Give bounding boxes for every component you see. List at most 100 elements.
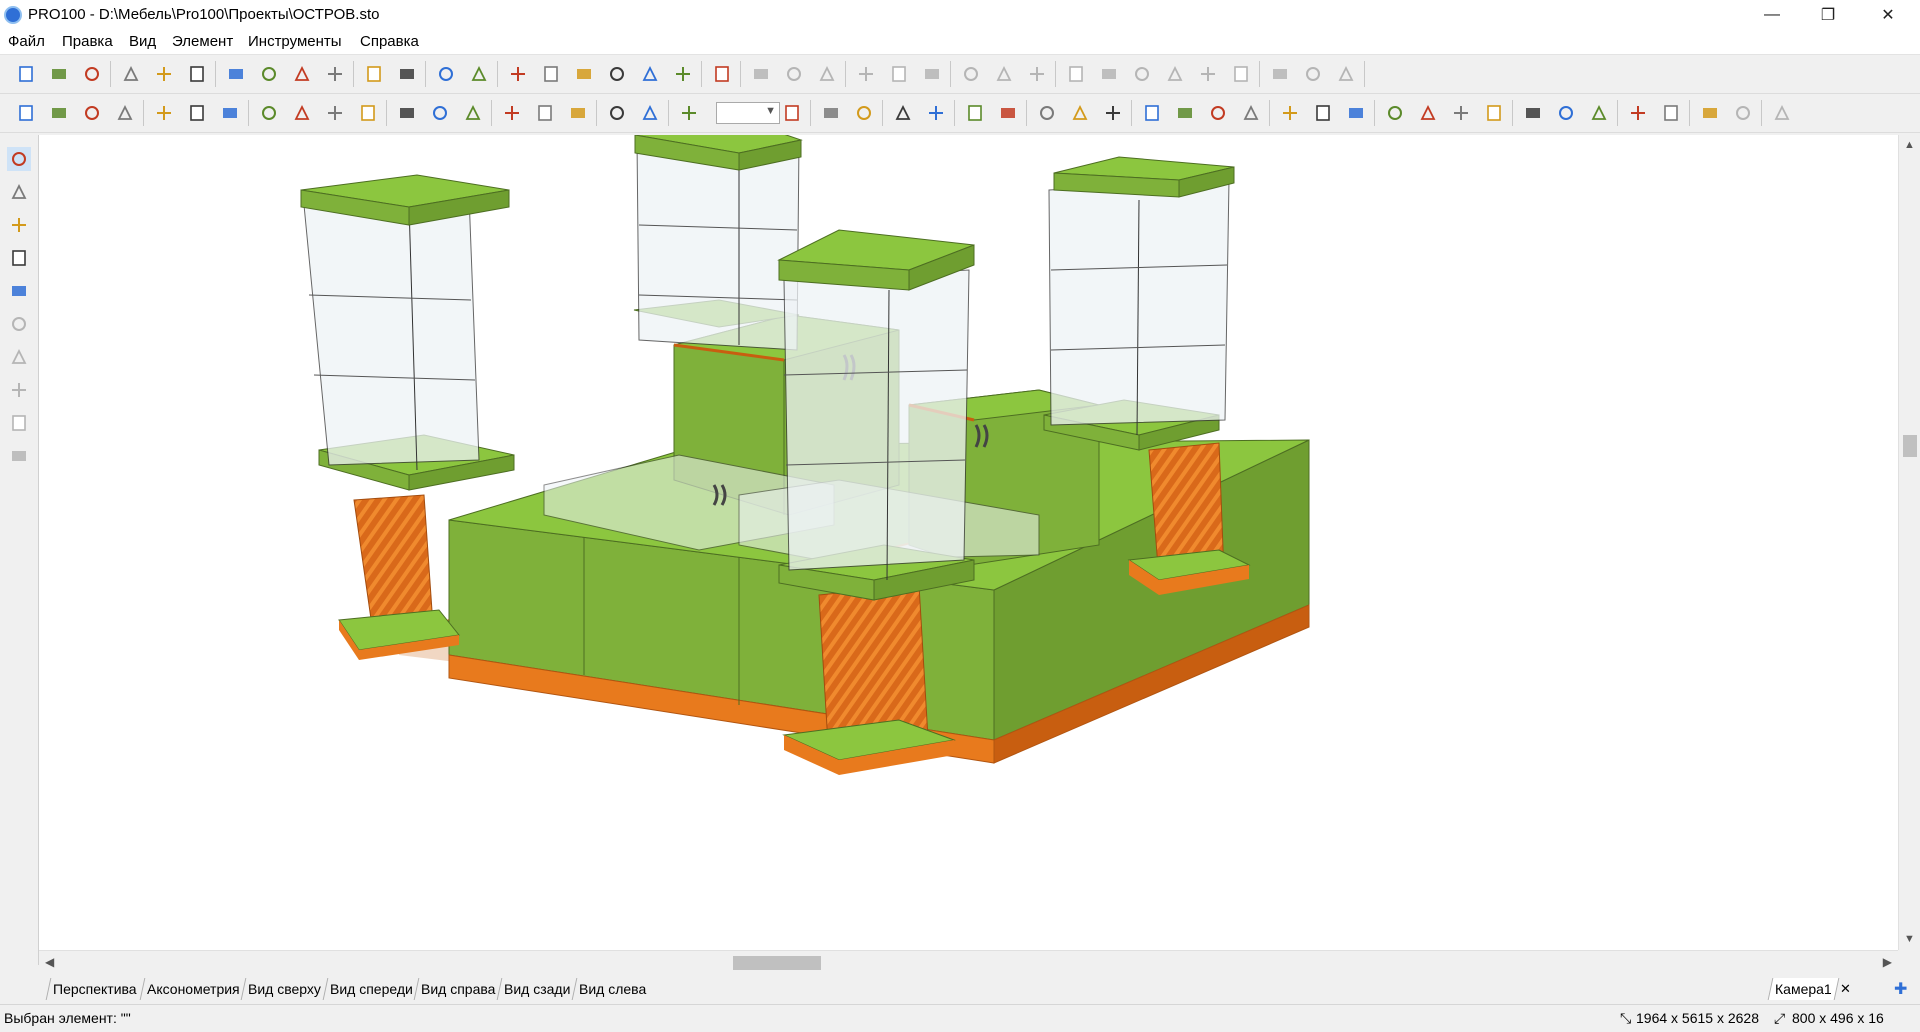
show-icon[interactable] xyxy=(1659,101,1683,125)
ruler-icon[interactable] xyxy=(7,213,31,237)
fit-icon[interactable] xyxy=(1554,101,1578,125)
tab-top-view[interactable]: Вид сверху xyxy=(240,978,328,1000)
mirror-icon[interactable] xyxy=(1521,101,1545,125)
move-all-icon[interactable] xyxy=(1482,101,1506,125)
side-panel-icon[interactable] xyxy=(7,345,31,369)
paste-icon[interactable] xyxy=(290,62,314,86)
stack-top-icon[interactable] xyxy=(1163,62,1187,86)
distribute-d-icon[interactable] xyxy=(1025,62,1049,86)
export-image-icon[interactable] xyxy=(638,62,662,86)
zoom-out-icon[interactable] xyxy=(677,101,701,125)
horizontal-scrollbar[interactable]: ◀ ▶ xyxy=(39,950,1898,975)
tab-front-view[interactable]: Вид спереди xyxy=(322,978,420,1000)
align-center-icon[interactable] xyxy=(782,62,806,86)
stack-left-icon[interactable] xyxy=(1064,62,1088,86)
snap-face-icon[interactable] xyxy=(566,101,590,125)
shaded-icon[interactable] xyxy=(113,101,137,125)
rotate-face-icon[interactable] xyxy=(963,101,987,125)
preview-report-icon[interactable] xyxy=(539,62,563,86)
width2-icon[interactable] xyxy=(1173,101,1197,125)
eye-show-icon[interactable] xyxy=(1731,101,1755,125)
texture-icon[interactable] xyxy=(356,101,380,125)
magnet-icon[interactable] xyxy=(605,101,629,125)
stack-middle-icon[interactable] xyxy=(1196,62,1220,86)
center-d-icon[interactable] xyxy=(1101,101,1125,125)
distribute-v-icon[interactable] xyxy=(992,62,1016,86)
undo-icon[interactable] xyxy=(362,62,386,86)
scroll-left-icon[interactable]: ◀ xyxy=(45,955,54,969)
menu-element[interactable]: Элемент xyxy=(172,33,233,50)
delete-icon[interactable] xyxy=(323,62,347,86)
menu-file[interactable]: Файл xyxy=(8,33,45,50)
text-icon[interactable] xyxy=(257,101,281,125)
redo-icon[interactable] xyxy=(395,62,419,86)
hatch-icon[interactable] xyxy=(7,180,31,204)
width-icon[interactable] xyxy=(1140,101,1164,125)
align-bottom-icon[interactable] xyxy=(920,62,944,86)
sum-icon[interactable] xyxy=(710,62,734,86)
rotate-back-icon[interactable] xyxy=(996,101,1020,125)
order-icon[interactable] xyxy=(572,62,596,86)
tab-perspective[interactable]: Перспектива xyxy=(45,978,143,1000)
menu-tools[interactable]: Инструменты xyxy=(248,33,342,50)
align-top-icon[interactable] xyxy=(854,62,878,86)
group-2-icon[interactable] xyxy=(1301,62,1325,86)
select-grid-icon[interactable] xyxy=(1278,101,1302,125)
help-ring-icon[interactable] xyxy=(1770,101,1794,125)
scroll-right-icon[interactable]: ▶ xyxy=(1883,955,1892,969)
eyedropper-icon[interactable] xyxy=(7,246,31,270)
grid-icon[interactable] xyxy=(428,101,452,125)
restore-button[interactable]: ❐ xyxy=(1800,0,1856,30)
cube-icon[interactable] xyxy=(218,101,242,125)
menu-edit[interactable]: Правка xyxy=(62,33,113,50)
scroll-thumb-vertical[interactable] xyxy=(1903,435,1917,457)
front-icon[interactable] xyxy=(152,101,176,125)
shelf-icon[interactable] xyxy=(7,411,31,435)
align-right-icon[interactable] xyxy=(815,62,839,86)
box-icon[interactable] xyxy=(47,101,71,125)
eye-hide-icon[interactable] xyxy=(1698,101,1722,125)
align-panel-icon[interactable] xyxy=(7,312,31,336)
light-icon[interactable] xyxy=(323,101,347,125)
height-icon[interactable] xyxy=(1206,101,1230,125)
settings-report-icon[interactable] xyxy=(671,62,695,86)
dimension-icon[interactable] xyxy=(395,101,419,125)
distribute-h-icon[interactable] xyxy=(959,62,983,86)
rectangle-select-icon[interactable] xyxy=(7,279,31,303)
save-icon[interactable] xyxy=(80,62,104,86)
tab-back-view[interactable]: Вид сзади xyxy=(496,978,577,1000)
report-icon[interactable] xyxy=(506,62,530,86)
zoom-combo[interactable]: ▼ xyxy=(716,102,780,124)
minimize-button[interactable]: — xyxy=(1744,0,1800,30)
solid-icon[interactable] xyxy=(80,101,104,125)
move-left-icon[interactable] xyxy=(819,101,843,125)
move-right-icon[interactable] xyxy=(852,101,876,125)
tab-axonometry[interactable]: Аксонометрия xyxy=(139,978,246,1000)
eye-icon[interactable] xyxy=(461,101,485,125)
print-icon[interactable] xyxy=(152,62,176,86)
align-middle-icon[interactable] xyxy=(887,62,911,86)
add-camera-icon[interactable]: ✚ xyxy=(1894,979,1907,999)
print-preview-icon[interactable] xyxy=(185,62,209,86)
3d-viewport[interactable] xyxy=(39,135,1898,950)
close-button[interactable]: ✕ xyxy=(1856,0,1920,30)
refresh-icon[interactable] xyxy=(1449,101,1473,125)
edge-band-icon[interactable] xyxy=(1587,101,1611,125)
tab-left-view[interactable]: Вид слева xyxy=(571,978,653,1000)
group-3-icon[interactable] xyxy=(1334,62,1358,86)
snap-edge-icon[interactable] xyxy=(533,101,557,125)
move-up-icon[interactable] xyxy=(891,101,915,125)
menu-help[interactable]: Справка xyxy=(360,33,419,50)
scroll-thumb-horizontal[interactable] xyxy=(733,956,821,970)
height2-icon[interactable] xyxy=(1239,101,1263,125)
zoom-in-icon[interactable] xyxy=(780,101,804,125)
rotate-left-icon[interactable] xyxy=(1383,101,1407,125)
checklist-icon[interactable] xyxy=(467,62,491,86)
snap-point-icon[interactable] xyxy=(500,101,524,125)
library-icon[interactable] xyxy=(434,62,458,86)
group-1-icon[interactable] xyxy=(1268,62,1292,86)
dimensions-report-icon[interactable] xyxy=(605,62,629,86)
new-file-icon[interactable] xyxy=(14,62,38,86)
hide-icon[interactable] xyxy=(1626,101,1650,125)
close-camera-icon[interactable]: ✕ xyxy=(1840,981,1851,997)
